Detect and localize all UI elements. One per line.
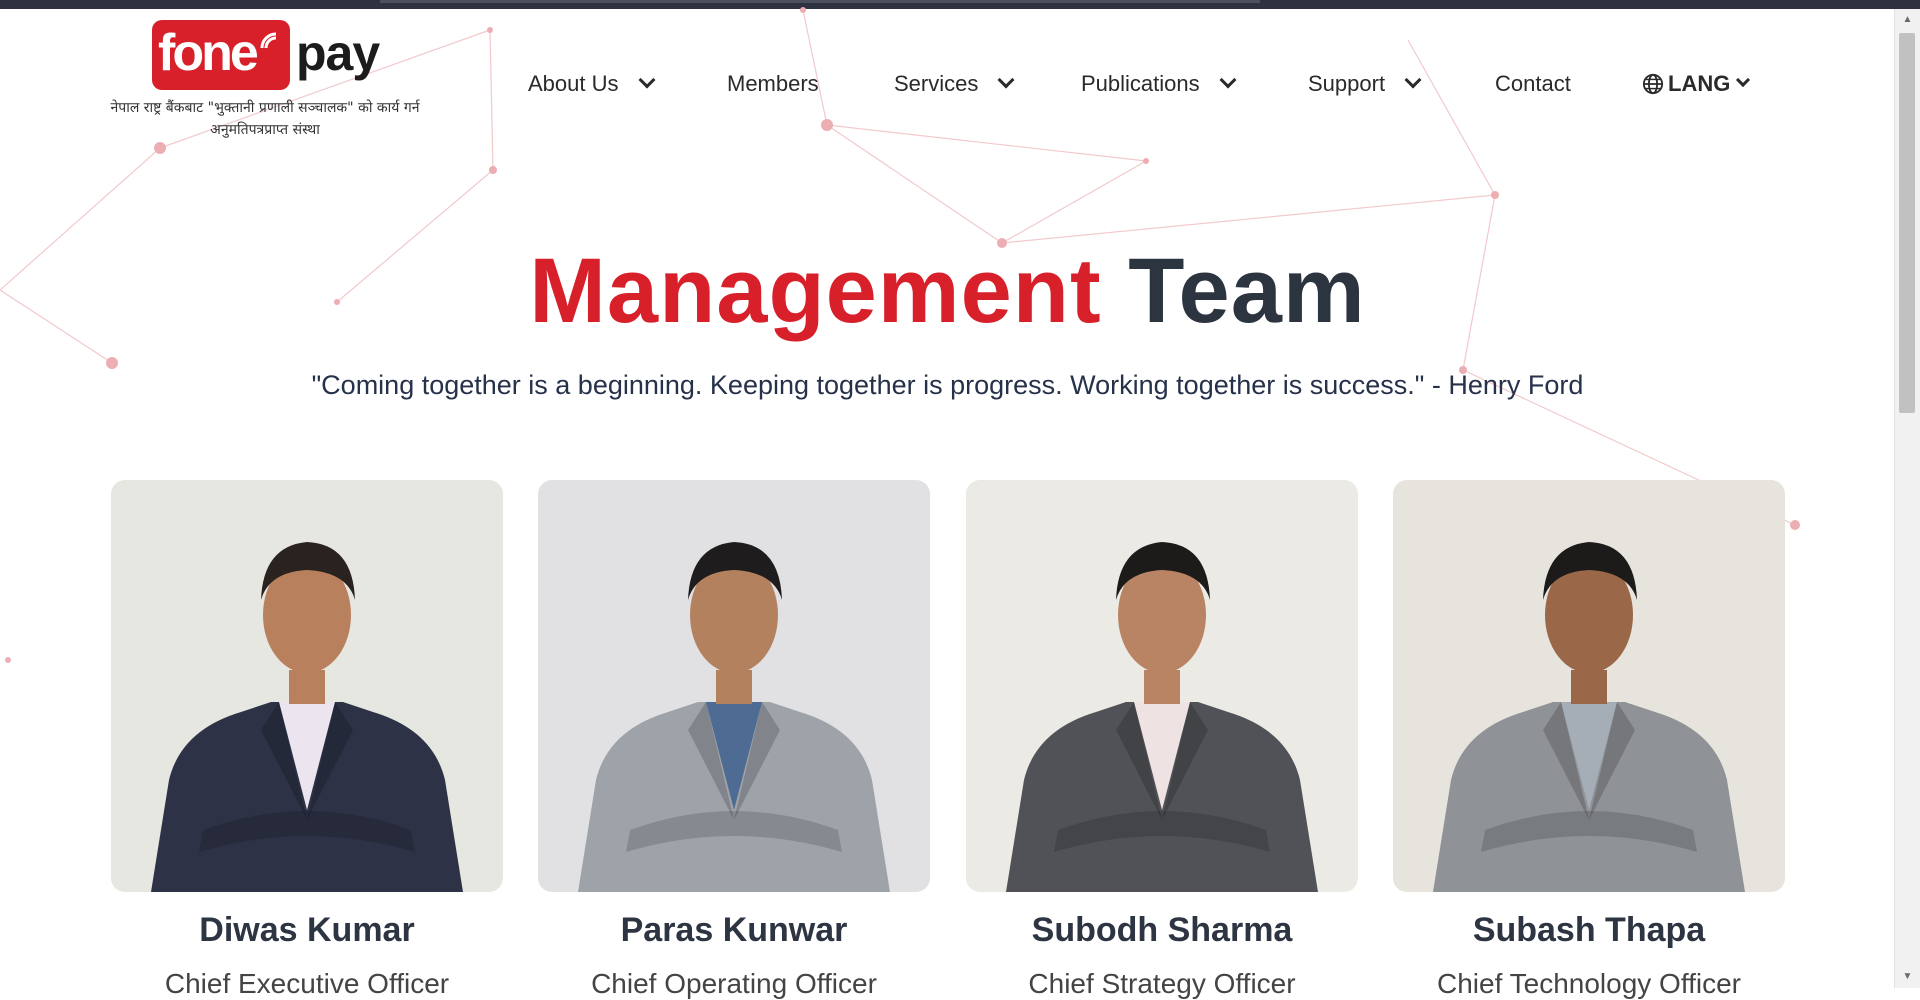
chevron-down-icon xyxy=(1219,71,1237,89)
nav-services-label: Services xyxy=(894,71,979,96)
team-member-name: Subash Thapa xyxy=(1472,911,1706,949)
nav-services[interactable]: Services xyxy=(894,64,1015,104)
team-member-name: Diwas Kumar xyxy=(199,911,415,949)
team-member-photo xyxy=(1393,480,1785,892)
chevron-down-icon xyxy=(638,71,655,89)
team-member-photo xyxy=(111,480,503,892)
team-card[interactable]: Paras Kunwar Chief Operating Officer xyxy=(538,480,930,999)
nav-members-label: Members xyxy=(727,71,819,96)
team-card[interactable]: Subash Thapa Chief Technology Officer xyxy=(1393,480,1785,999)
globe-icon xyxy=(1642,73,1664,95)
nav-support-label: Support xyxy=(1308,71,1386,96)
logo-pay-text: pay xyxy=(296,25,380,81)
scrollbar-thumb[interactable] xyxy=(1899,33,1915,413)
team-member-name: Subodh Sharma xyxy=(1031,911,1293,949)
nav-contact[interactable]: Contact xyxy=(1495,64,1571,104)
team-member-role: Chief Technology Officer xyxy=(1436,968,1742,999)
chevron-down-icon xyxy=(1736,72,1751,88)
chevron-down-icon xyxy=(997,71,1015,89)
team-card[interactable]: Subodh Sharma Chief Strategy Officer xyxy=(966,480,1358,999)
nav-support[interactable]: Support xyxy=(1308,64,1422,104)
team-member-name: Paras Kunwar xyxy=(620,911,848,949)
page-title: Management Team xyxy=(0,236,1895,346)
nav-publications-label: Publications xyxy=(1081,71,1200,96)
team-member-role: Chief Operating Officer xyxy=(591,968,877,999)
nav-about-us-label: About Us xyxy=(528,71,619,96)
scroll-down-icon[interactable]: ▼ xyxy=(1895,966,1920,988)
logo-fone-text: fone xyxy=(152,20,290,90)
team-card[interactable]: Diwas Kumar Chief Executive Officer xyxy=(111,480,503,999)
team-member-role: Chief Executive Officer xyxy=(164,968,450,999)
language-label: LANG xyxy=(1668,71,1731,96)
team-member-photo xyxy=(538,480,930,892)
wireless-icon xyxy=(260,32,277,49)
title-highlight: Management xyxy=(529,240,1102,342)
team-member-role: Chief Strategy Officer xyxy=(1028,968,1296,999)
nav-contact-label: Contact xyxy=(1495,71,1571,96)
nav-publications[interactable]: Publications xyxy=(1081,64,1237,104)
nav-about-us[interactable]: About Us xyxy=(528,64,655,104)
vertical-scrollbar[interactable]: ▲ ▼ xyxy=(1894,9,1920,988)
fonepay-logo[interactable]: fone pay नेपाल राष्ट्र बैंकबाट "भुक्तानी… xyxy=(110,18,420,148)
nav-members[interactable]: Members xyxy=(727,64,819,104)
chevron-down-icon xyxy=(1404,71,1422,89)
language-selector[interactable]: LANG xyxy=(1642,64,1751,104)
scroll-up-icon[interactable]: ▲ xyxy=(1895,9,1920,31)
title-rest: Team xyxy=(1128,240,1366,342)
team-member-photo xyxy=(966,480,1358,892)
team-quote: "Coming together is a beginning. Keeping… xyxy=(311,370,1584,400)
license-tagline: नेपाल राष्ट्र बैंकबाट "भुक्तानी प्रणाली … xyxy=(110,100,420,138)
